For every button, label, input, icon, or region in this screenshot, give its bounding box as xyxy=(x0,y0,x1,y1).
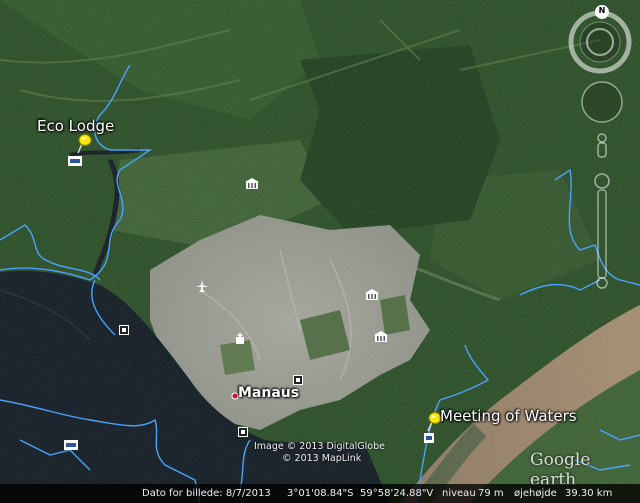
move-joystick-icon[interactable] xyxy=(581,81,623,123)
north-label[interactable]: N xyxy=(598,6,606,15)
zoom-slider-icon[interactable] xyxy=(594,173,610,289)
street-view-pegman-icon[interactable] xyxy=(597,133,607,158)
museum-icon[interactable] xyxy=(365,286,379,305)
landmark-icon[interactable] xyxy=(119,320,129,339)
eye-altitude-value: 39.30 km xyxy=(565,488,613,499)
level-label: niveau xyxy=(442,488,476,499)
church-icon[interactable] xyxy=(234,330,246,349)
level-value: 79 m xyxy=(478,488,504,499)
navigation-controls-graphic xyxy=(568,5,632,289)
navigation-controls: N xyxy=(568,0,640,290)
imagery-texture xyxy=(0,0,640,503)
city-label-manaus[interactable]: Manaus xyxy=(238,385,299,401)
status-bar: Dato for billede: 8/7/2013 3°01'08.84"S … xyxy=(0,484,640,503)
image-date: Dato for billede: 8/7/2013 xyxy=(142,488,271,499)
lodging-icon[interactable] xyxy=(64,435,78,454)
placemark-label-eco-lodge[interactable]: Eco Lodge xyxy=(37,117,114,135)
longitude-readout: 59°58'24.88"V xyxy=(360,488,434,499)
satellite-imagery[interactable] xyxy=(0,0,640,503)
museum-icon[interactable] xyxy=(245,175,259,194)
compass-ring-icon[interactable] xyxy=(568,10,632,74)
latitude-readout: 3°01'08.84"S xyxy=(287,488,354,499)
imagery-copyright: Image © 2013 DigitalGlobe © 2013 MapLink xyxy=(254,441,385,465)
copyright-line: © 2013 MapLink xyxy=(282,453,362,464)
yellow-pushpin-icon[interactable] xyxy=(73,133,93,159)
map-viewport[interactable]: Eco Lodge Meeting of Waters Manaus Image… xyxy=(0,0,640,503)
landmark-icon[interactable] xyxy=(238,422,248,441)
placemark-label-meeting-of-waters[interactable]: Meeting of Waters xyxy=(440,407,577,425)
airport-icon[interactable] xyxy=(196,277,208,296)
copyright-line: Image © 2013 DigitalGlobe xyxy=(254,441,385,452)
eye-altitude-label: øjehøjde xyxy=(514,488,557,499)
museum-icon[interactable] xyxy=(374,328,388,347)
